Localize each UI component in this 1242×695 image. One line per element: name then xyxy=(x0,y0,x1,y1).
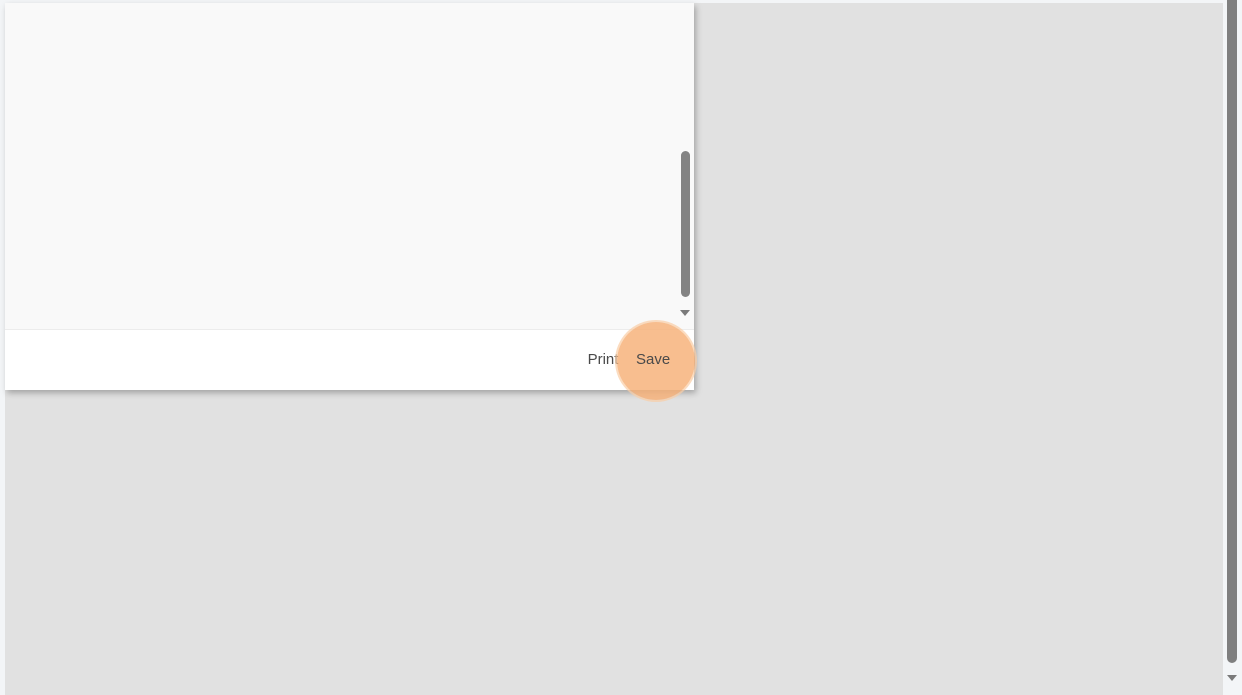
scroll-down-arrow-icon[interactable] xyxy=(680,310,690,316)
print-button[interactable]: Print xyxy=(586,350,620,370)
dialog-content-area xyxy=(5,3,694,330)
dialog-scrollbar[interactable] xyxy=(675,3,694,329)
page-scrollbar[interactable] xyxy=(1224,0,1242,695)
page-scrollbar-thumb[interactable] xyxy=(1227,0,1237,663)
dialog-footer: Print xyxy=(5,330,694,390)
save-button[interactable]: Save xyxy=(636,350,670,370)
page-scroll-down-arrow-icon[interactable] xyxy=(1227,675,1237,681)
print-dialog: Print xyxy=(5,3,694,390)
dialog-scrollbar-thumb[interactable] xyxy=(681,151,690,297)
